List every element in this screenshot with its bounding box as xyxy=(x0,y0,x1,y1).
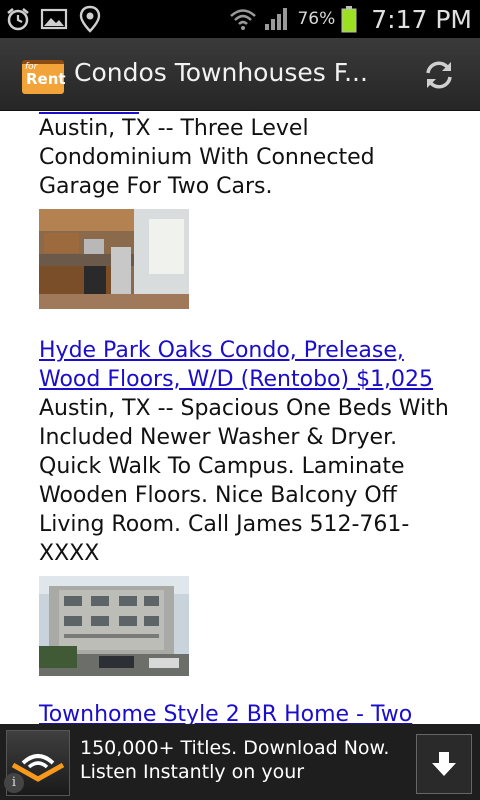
listing-description: Austin, TX -- Spacious One Beds With Inc… xyxy=(39,396,449,566)
app-icon[interactable]: for Rent xyxy=(22,60,66,94)
clock: 7:17 PM xyxy=(371,4,472,34)
listing-description: Austin, TX -- Three Level Condominium Wi… xyxy=(39,116,375,199)
location-icon xyxy=(76,5,104,33)
info-icon[interactable]: i xyxy=(4,773,24,793)
action-bar: for Rent Condos Townhouses F... xyxy=(0,38,480,111)
app-icon-rent-label: Rent xyxy=(26,70,66,88)
download-arrow-icon xyxy=(432,752,456,776)
listing-link[interactable]: Townhome Style 2 BR Home - Two xyxy=(39,700,449,724)
apartment-building-photo[interactable] xyxy=(39,576,189,676)
refresh-icon xyxy=(426,61,452,89)
ad-text[interactable]: 150,000+ Titles. Download Now. Listen In… xyxy=(80,736,400,784)
ad-download-button[interactable] xyxy=(416,734,472,794)
battery-percent: 76% xyxy=(297,9,336,29)
kitchen-photo[interactable] xyxy=(39,209,189,309)
ad-banner[interactable]: 150,000+ Titles. Download Now. Listen In… xyxy=(0,724,480,800)
list-item: Townhome Style 2 BR Home - Two xyxy=(39,700,449,724)
list-item: Hyde Park Oaks Condo, Prelease, Wood Flo… xyxy=(39,336,449,676)
wifi-icon xyxy=(229,5,257,33)
system-icons: 76% 7:17 PM xyxy=(229,0,472,38)
listing-link[interactable]: Hyde Park Oaks Condo, Prelease, Wood Flo… xyxy=(39,336,449,394)
alarm-icon xyxy=(4,5,32,33)
app-title: Condos Townhouses F... xyxy=(74,58,368,87)
gallery-icon xyxy=(40,5,68,33)
battery-icon xyxy=(341,5,357,33)
list-item: Austin, TX -- Three Level Condominium Wi… xyxy=(39,114,449,309)
signal-icon xyxy=(263,5,291,33)
status-bar: 76% 7:17 PM xyxy=(0,0,480,38)
refresh-button[interactable] xyxy=(420,56,458,94)
listing-feed[interactable]: Austin, TX -- Three Level Condominium Wi… xyxy=(0,110,480,724)
notification-icons xyxy=(4,5,104,33)
